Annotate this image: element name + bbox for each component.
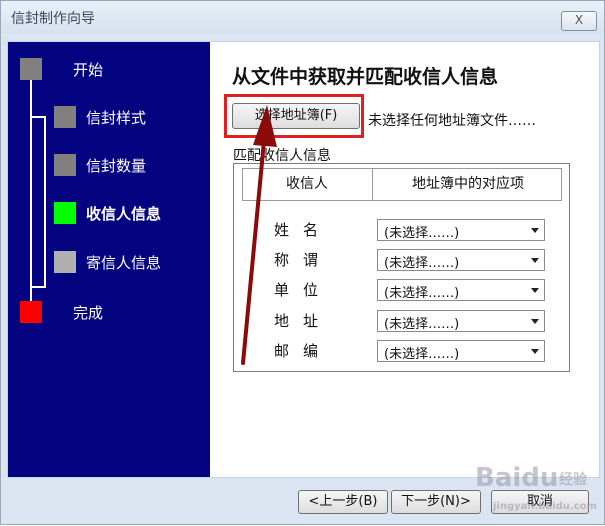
annotation-arrow <box>241 105 277 365</box>
watermark-brand: Baidu <box>475 463 559 493</box>
watermark-url: jingyan.baidu.com <box>493 501 597 512</box>
wizard-window: 信封制作向导 X 开始 信封样式 信封数量 收信人信息 寄信人信息 完成 从文件… <box>0 0 605 525</box>
watermark-sub: 经验 <box>559 472 587 488</box>
baidu-watermark: Baidu 经验 jingyan.baidu.com <box>463 459 601 521</box>
